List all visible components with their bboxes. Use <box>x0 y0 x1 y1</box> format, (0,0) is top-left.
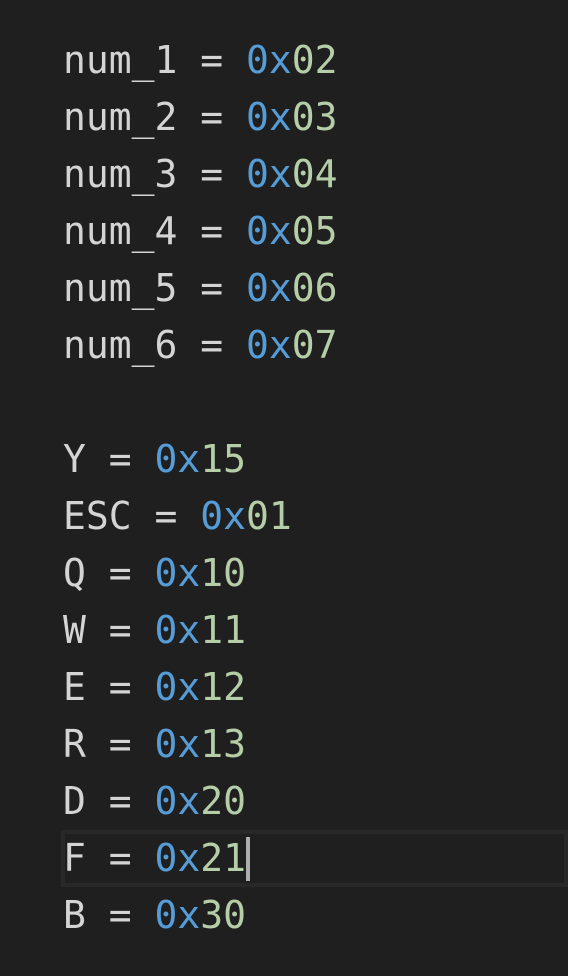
hex-prefix: 0x <box>200 494 247 538</box>
variable-name: num_6 <box>63 323 178 367</box>
assign-operator: = <box>85 551 155 595</box>
variable-name: R <box>63 722 86 766</box>
code-line[interactable]: num_5 = 0x06 <box>63 260 568 317</box>
hex-prefix: 0x <box>154 893 201 937</box>
variable-name: ESC <box>63 494 132 538</box>
assign-operator: = <box>177 323 247 367</box>
hex-digits: 21 <box>200 836 247 880</box>
hex-prefix: 0x <box>154 437 201 481</box>
hex-digits: 07 <box>291 323 338 367</box>
hex-digits: 02 <box>291 38 338 82</box>
hex-prefix: 0x <box>154 722 201 766</box>
hex-prefix: 0x <box>246 95 292 139</box>
hex-digits: 15 <box>200 437 247 481</box>
variable-name: Q <box>63 551 86 595</box>
hex-prefix: 0x <box>246 266 292 310</box>
variable-name: num_5 <box>63 266 178 310</box>
assign-operator: = <box>177 152 247 196</box>
assign-operator: = <box>85 722 155 766</box>
code-line[interactable]: num_4 = 0x05 <box>63 203 568 260</box>
code-line[interactable]: R = 0x13 <box>63 716 568 773</box>
hex-digits: 04 <box>291 152 338 196</box>
code-line[interactable]: W = 0x11 <box>63 602 568 659</box>
code-line[interactable]: B = 0x30 <box>63 887 568 944</box>
code-line[interactable]: num_3 = 0x04 <box>63 146 568 203</box>
assign-operator: = <box>85 437 155 481</box>
assign-operator: = <box>85 608 155 652</box>
assign-operator: = <box>177 266 247 310</box>
hex-digits: 20 <box>200 779 247 823</box>
hex-prefix: 0x <box>154 779 201 823</box>
assign-operator: = <box>177 209 247 253</box>
code-line[interactable]: num_6 = 0x07 <box>63 317 568 374</box>
code-line[interactable]: E = 0x12 <box>63 659 568 716</box>
hex-digits: 01 <box>246 494 292 538</box>
code-editor[interactable]: num_1 = 0x02 num_2 = 0x03 num_3 = 0x04 n… <box>0 0 568 976</box>
variable-name: F <box>63 836 86 880</box>
current-line[interactable]: F = 0x21 <box>61 830 568 887</box>
hex-prefix: 0x <box>154 608 201 652</box>
variable-name: B <box>63 893 86 937</box>
hex-prefix: 0x <box>246 38 292 82</box>
code-lines: num_1 = 0x02 num_2 = 0x03 num_3 = 0x04 n… <box>63 32 568 944</box>
hex-digits: 30 <box>200 893 247 937</box>
hex-digits: 13 <box>200 722 247 766</box>
assign-operator: = <box>177 38 247 82</box>
assign-operator: = <box>85 836 155 880</box>
hex-digits: 06 <box>291 266 338 310</box>
hex-prefix: 0x <box>246 323 292 367</box>
code-line[interactable]: num_1 = 0x02 <box>63 32 568 89</box>
variable-name: Y <box>63 437 86 481</box>
code-line[interactable]: ESC = 0x01 <box>63 488 568 545</box>
hex-digits: 11 <box>200 608 247 652</box>
code-line[interactable]: Y = 0x15 <box>63 431 568 488</box>
variable-name: D <box>63 779 86 823</box>
hex-digits: 12 <box>200 665 247 709</box>
hex-prefix: 0x <box>246 209 292 253</box>
empty-line[interactable] <box>63 374 568 431</box>
hex-digits: 10 <box>200 551 247 595</box>
hex-prefix: 0x <box>154 836 201 880</box>
code-line[interactable]: D = 0x20 <box>63 773 568 830</box>
hex-digits: 05 <box>291 209 338 253</box>
assign-operator: = <box>131 494 201 538</box>
variable-name: E <box>63 665 86 709</box>
variable-name: num_4 <box>63 209 178 253</box>
assign-operator: = <box>85 893 155 937</box>
variable-name: num_3 <box>63 152 178 196</box>
hex-prefix: 0x <box>154 551 201 595</box>
assign-operator: = <box>85 665 155 709</box>
assign-operator: = <box>177 95 247 139</box>
code-line[interactable]: num_2 = 0x03 <box>63 89 568 146</box>
code-line[interactable]: Q = 0x10 <box>63 545 568 602</box>
hex-prefix: 0x <box>154 665 201 709</box>
hex-prefix: 0x <box>246 152 292 196</box>
hex-digits: 03 <box>291 95 338 139</box>
assign-operator: = <box>85 779 155 823</box>
variable-name: num_2 <box>63 95 178 139</box>
variable-name: W <box>63 608 86 652</box>
variable-name: num_1 <box>63 38 178 82</box>
text-cursor <box>246 836 251 881</box>
